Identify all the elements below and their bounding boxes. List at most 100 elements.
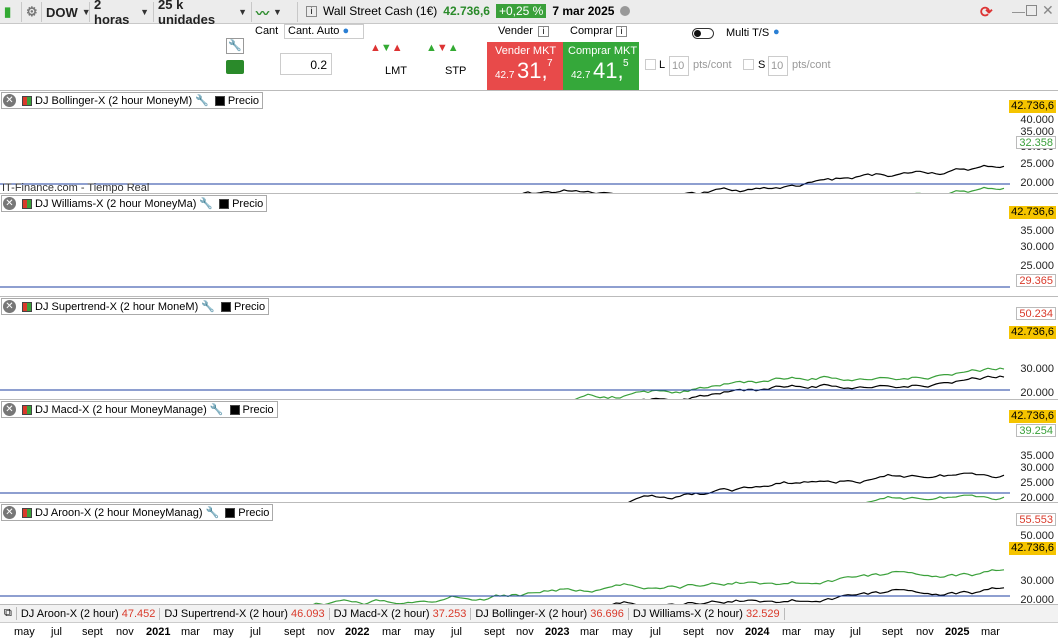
refresh-icon[interactable]: ⟳ (980, 3, 1000, 21)
legend-item[interactable]: DJ Bollinger-X (2 hour) 36.696 (471, 607, 629, 620)
wrench-icon[interactable]: 🔧 (210, 403, 224, 416)
lmt-icon[interactable]: ▲▼▲ (370, 42, 403, 54)
legend-item[interactable]: DJ Williams-X (2 hour) 32.529 (629, 607, 785, 620)
chevron-down-icon: ▼ (238, 7, 247, 17)
x-tick-label: 2023 (545, 626, 570, 638)
maximize-icon[interactable] (1026, 5, 1037, 16)
chart-type-select[interactable]: 〰 ▼ (252, 2, 298, 22)
x-tick-label: 2025 (945, 626, 970, 638)
indicator-tag: 29.365 (1016, 274, 1056, 287)
wrench-icon[interactable]: 🔧 (206, 506, 220, 519)
x-tick-label: nov (116, 626, 134, 638)
close-panel-icon[interactable]: ✕ (3, 506, 16, 519)
sell-market-label: Vender MKT (495, 45, 557, 57)
buy-market-button[interactable]: Comprar MKT 42.7 41, 5 (563, 42, 639, 90)
x-tick-label: 2024 (745, 626, 770, 638)
panel-title-bar: ✕ DJ Macd-X (2 hour MoneyManage) 🔧 Preci… (1, 401, 278, 418)
buy-market-label: Comprar MKT (568, 45, 638, 57)
l-checkbox[interactable] (645, 59, 656, 70)
close-panel-icon[interactable]: ✕ (3, 403, 16, 416)
minimize-icon[interactable]: — (1012, 4, 1025, 19)
indicator-tag: 55.553 (1016, 513, 1056, 526)
price-label: Precio (238, 506, 270, 519)
close-icon[interactable]: ✕ (1042, 2, 1054, 19)
chart-panel[interactable]: ✕ DJ Williams-X (2 hour MoneyMa) 🔧 Preci… (0, 193, 1058, 296)
x-tick-label: may (414, 626, 435, 638)
strategy-color-icon (22, 95, 32, 106)
strategy-color-icon (22, 404, 32, 415)
instrument-select[interactable]: DOW ▼ (42, 2, 91, 22)
legend-window-icon[interactable]: ⧉ (0, 607, 17, 620)
chart-panel[interactable]: ✕ DJ Supertrend-X (2 hour MoneM) 🔧 Preci… (0, 296, 1058, 400)
s-checkbox[interactable] (743, 59, 754, 70)
quote-change: +0,25 % (495, 4, 547, 18)
timeframe-label: 2 horas (94, 0, 130, 27)
price-tag: 42.736,6 (1009, 100, 1056, 113)
chevron-down-icon: ▼ (140, 7, 149, 17)
qty-label: Cant (255, 25, 279, 37)
candle-icon[interactable]: ▮ (0, 2, 22, 22)
wrench-icon[interactable]: 🔧 (199, 197, 213, 210)
stp-label[interactable]: STP (445, 65, 466, 77)
wrench-icon[interactable]: 🔧 (195, 94, 209, 107)
chat-icon: ● (342, 25, 350, 37)
chart-panel[interactable]: ✕ DJ Macd-X (2 hour MoneyManage) 🔧 Preci… (0, 399, 1058, 504)
legend-value: 46.093 (290, 607, 325, 620)
x-tick-label: may (612, 626, 633, 638)
sell-price-prefix: 42.7 (495, 70, 515, 81)
multi-ts-toggle[interactable] (692, 28, 714, 39)
s-points-input[interactable]: 10 (768, 56, 788, 76)
legend-item[interactable]: DJ Supertrend-X (2 hour) 46.093 (160, 607, 330, 620)
chart-panel[interactable]: ✕ DJ Bollinger-X (2 hour MoneyM) 🔧 Preci… (0, 90, 1058, 194)
x-tick-label: mar (782, 626, 801, 638)
panel-title-bar: ✕ DJ Aroon-X (2 hour MoneyManag) 🔧 Preci… (1, 504, 274, 521)
sell-info-icon[interactable]: i (538, 26, 549, 37)
strategy-color-icon (22, 301, 32, 312)
close-panel-icon[interactable]: ✕ (3, 300, 16, 313)
auto-qty-button[interactable]: Cant. Auto ● (284, 24, 364, 39)
keyboard-icon[interactable] (226, 60, 244, 74)
chart-panel[interactable]: ✕ DJ Aroon-X (2 hour MoneyManag) 🔧 Preci… (0, 502, 1058, 606)
legend-item[interactable]: DJ Aroon-X (2 hour) 47.452 (17, 607, 161, 620)
s-pts-unit: pts/cont (792, 59, 831, 71)
buy-header: Comprar (570, 25, 613, 37)
legend-name: DJ Macd-X (2 hour) (333, 607, 430, 620)
settings-icon[interactable]: ⚙ (22, 2, 42, 22)
price-color-icon (229, 404, 240, 415)
close-panel-icon[interactable]: ✕ (3, 197, 16, 210)
lmt-label[interactable]: LMT (385, 65, 407, 77)
price-tag: 42.736,6 (1009, 206, 1056, 219)
quote-date: 7 mar 2025 (552, 4, 615, 18)
sell-market-button[interactable]: Vender MKT 42.7 31, 7 (487, 42, 563, 90)
x-tick-label: sept (284, 626, 305, 638)
legend-item[interactable]: DJ Macd-X (2 hour) 37.253 (330, 607, 472, 620)
y-tick-label: 30.000 (1020, 575, 1054, 587)
x-tick-label: jul (650, 626, 662, 638)
auto-qty-label: Cant. Auto (288, 25, 340, 37)
l-points-input[interactable]: 10 (669, 56, 689, 76)
chevron-down-icon: ▼ (273, 7, 282, 17)
x-tick-label: jul (850, 626, 862, 638)
buy-info-icon[interactable]: i (616, 26, 627, 37)
price-tag: 42.736,6 (1009, 542, 1056, 555)
y-tick-label: 20.000 (1020, 387, 1054, 399)
equity-line (308, 569, 1005, 606)
info-icon[interactable]: i (306, 5, 317, 17)
units-label: 25 k unidades (158, 0, 216, 27)
legend-value: 37.253 (432, 607, 467, 620)
qty-input[interactable]: 0.2 (280, 53, 332, 75)
price-line (618, 472, 1005, 503)
panel-title: DJ Macd-X (2 hour MoneyManage) (35, 403, 207, 416)
legend-name: DJ Williams-X (2 hour) (632, 607, 743, 620)
x-tick-label: sept (683, 626, 704, 638)
close-panel-icon[interactable]: ✕ (3, 94, 16, 107)
wrench-icon[interactable]: 🔧 (226, 38, 244, 54)
equity-line (553, 367, 1005, 400)
legend-value: 32.529 (746, 607, 780, 620)
stp-icon[interactable]: ▲▼▲ (426, 42, 459, 54)
units-select[interactable]: 25 k unidades ▼ (154, 0, 252, 27)
timeframe-select[interactable]: 2 horas ▼ (90, 0, 154, 27)
legend-bar: ⧉ DJ Aroon-X (2 hour) 47.452 DJ Supertren… (0, 604, 1058, 622)
indicator-tag: 50.234 (1016, 307, 1056, 320)
wrench-icon[interactable]: 🔧 (201, 300, 215, 313)
